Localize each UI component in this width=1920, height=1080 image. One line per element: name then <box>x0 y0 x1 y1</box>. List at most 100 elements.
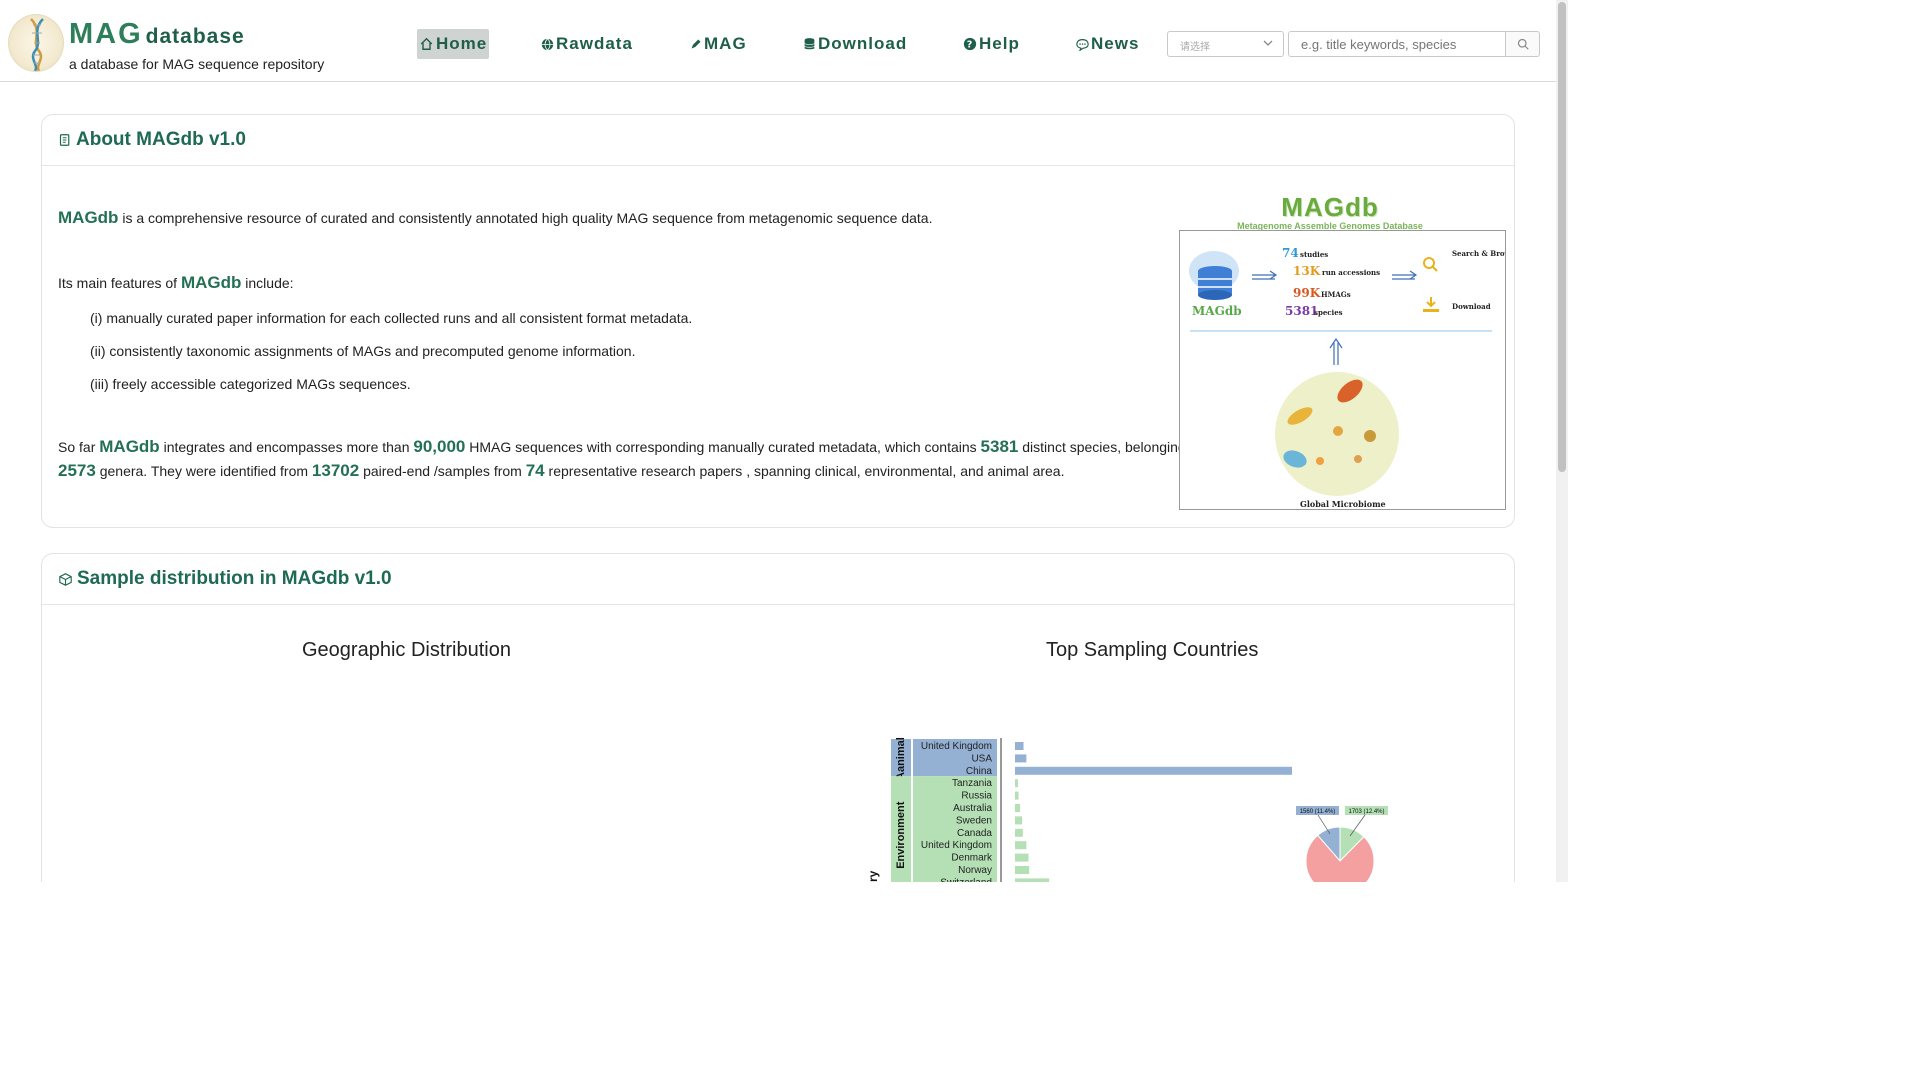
top-countries-chart: Aanimal United KingdomUSAChinaEnvironment… <box>866 737 1388 882</box>
country-label: Canada <box>957 828 992 839</box>
brand-title[interactable]: MAG database <box>69 18 245 51</box>
distribution-title: Sample distribution in MAGdb v1.0 <box>77 568 392 589</box>
nav-rawdata-label: Rawdata <box>556 34 633 53</box>
nav-mag-label: MAG <box>704 34 747 53</box>
chat-icon <box>1076 38 1089 51</box>
nav-rawdata[interactable]: Rawdata <box>541 29 633 59</box>
stat-samples-count: 13702 <box>311 461 360 480</box>
nav-news[interactable]: News <box>1076 29 1139 59</box>
search-input[interactable] <box>1288 31 1506 57</box>
cube-icon <box>59 572 72 586</box>
vertical-scrollbar[interactable] <box>1556 0 1568 882</box>
pie-label: 1703 (12.4%) <box>1348 809 1384 815</box>
nav-help-label: Help <box>979 34 1020 53</box>
svg-text:?: ? <box>967 40 973 51</box>
chevron-down-icon <box>1263 40 1273 46</box>
country-bar <box>1015 742 1024 750</box>
nav-home[interactable]: Home <box>417 29 490 59</box>
country-label: Tanzania <box>952 778 992 789</box>
features-pre: Its main features of <box>58 275 181 291</box>
stats-line-2: 2573 genera. They were identified from 1… <box>58 461 1065 481</box>
stat-hmag-count: 90,000 <box>413 437 466 456</box>
about-intro: MAGdb is a comprehensive resource of cur… <box>58 208 932 228</box>
top-countries-chart-title: Top Sampling Countries <box>1046 639 1259 661</box>
nav-help[interactable]: ? Help <box>963 29 1020 59</box>
pie-label: 1560 (11.4%) <box>1300 809 1336 815</box>
brand-mag: MAG <box>69 18 143 50</box>
magdb-highlight: MAGdb <box>58 208 119 227</box>
stats-text: HMAG sequences with corresponding manual… <box>465 439 981 455</box>
search-browse-label: Search & Browse <box>1452 249 1505 258</box>
arrow-right-icon <box>1392 270 1418 280</box>
country-bar <box>1015 766 1292 775</box>
download-label: Download <box>1452 302 1491 311</box>
country-bar <box>1015 828 1023 837</box>
nav-news-label: News <box>1091 34 1140 53</box>
about-card-header: About MAGdb v1.0 <box>42 115 1514 166</box>
category-select-value: 请选择 <box>1180 42 1210 53</box>
stat-runs-n: 13K <box>1293 264 1321 278</box>
about-intro-text: is a comprehensive resource of curated a… <box>118 210 933 226</box>
nav-download-label: Download <box>818 34 908 53</box>
geo-chart-title: Geographic Distribution <box>302 639 511 661</box>
stat-papers-count: 74 <box>525 461 545 480</box>
scrollbar-thumb[interactable] <box>1558 2 1566 472</box>
about-title: About MAGdb v1.0 <box>76 129 246 150</box>
magdb-highlight: MAGdb <box>180 273 242 292</box>
database-icon <box>1189 251 1239 300</box>
country-label: USA <box>971 753 992 764</box>
country-bar <box>1015 804 1020 812</box>
stats-line-1: So far MAGdb integrates and encompasses … <box>58 437 1201 457</box>
nav-mag[interactable]: MAG <box>690 29 747 59</box>
arrow-right-icon <box>1252 270 1278 280</box>
stats-text: So far <box>58 439 100 455</box>
microbiome-label: Global Microbiome <box>1300 499 1386 509</box>
features-intro: Its main features of MAGdb include: <box>58 273 294 293</box>
stat-hmags-n: 99K <box>1293 286 1321 300</box>
infographic-svg: MAGdb 74 studies 13K run accessions 99K … <box>1189 246 1520 509</box>
infographic-db-label: MAGdb <box>1192 304 1242 318</box>
site-header: MAG database a database for MAG sequence … <box>0 0 1556 82</box>
country-label: Australia <box>953 803 992 814</box>
stats-text: representative research papers , spannin… <box>544 463 1065 479</box>
country-bar <box>1015 779 1018 788</box>
question-icon: ? <box>963 37 977 51</box>
stats-text: genera. They were identified from <box>95 463 312 479</box>
database-icon <box>804 38 815 50</box>
download-icon <box>1423 297 1439 312</box>
country-bar <box>1015 791 1019 800</box>
country-bar <box>1015 878 1050 882</box>
country-bar <box>1015 754 1027 763</box>
magnifier-icon <box>1423 257 1438 272</box>
distribution-card-header: Sample distribution in MAGdb v1.0 <box>42 554 1514 605</box>
category-select[interactable]: 请选择 <box>1167 31 1284 57</box>
document-icon <box>59 134 70 146</box>
search-button[interactable] <box>1505 31 1540 57</box>
country-bar <box>1015 853 1029 862</box>
infographic-title: MAGdb Metagenome Assemble Genomes Databa… <box>1180 192 1480 231</box>
country-label: Switzerland <box>940 877 992 882</box>
nav-download[interactable]: Download <box>803 29 907 59</box>
search-icon <box>1517 38 1529 50</box>
feature-item: (iii) freely accessible categorized MAGs… <box>90 376 411 392</box>
group-label: Aanimal <box>895 737 907 780</box>
stat-hmags-label: HMAGs <box>1321 290 1351 299</box>
magdb-highlight: MAGdb <box>99 437 160 456</box>
country-label: Denmark <box>951 853 993 864</box>
country-bar <box>1015 866 1030 874</box>
stat-runs-label: run accessions <box>1322 268 1380 277</box>
country-label: United Kingdom <box>921 840 992 851</box>
features-post: include: <box>241 275 294 291</box>
brand-database: database <box>145 25 245 48</box>
stats-text: integrates and encompasses more than <box>159 439 414 455</box>
feature-item: (ii) consistently taxonomic assignments … <box>90 343 636 359</box>
arrow-up-icon <box>1329 337 1343 365</box>
stat-species-count: 5381 <box>980 437 1019 456</box>
logo-dna-icon[interactable] <box>8 14 64 72</box>
country-bar <box>1015 841 1027 850</box>
infographic-image: MAGdb 74 studies 13K run accessions 99K … <box>1179 230 1520 510</box>
stat-species-label: species <box>1314 308 1343 317</box>
stat-genera-count: 2573 <box>58 461 96 480</box>
stats-text: distinct species, belonging to <box>1018 439 1202 455</box>
stats-text: paired-end /samples from <box>359 463 526 479</box>
